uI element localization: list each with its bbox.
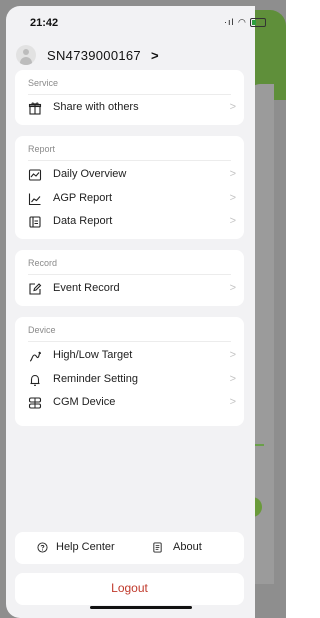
- menu-item-label: High/Low Target: [53, 349, 133, 361]
- menu-item-reminder-setting[interactable]: Reminder Setting >: [15, 369, 244, 391]
- menu-item-cgm-device[interactable]: CGM Device >: [15, 392, 244, 414]
- status-time: 21:42: [30, 17, 59, 29]
- chevron-right-icon: >: [229, 349, 236, 361]
- chevron-right-icon: >: [229, 168, 236, 180]
- line-chart-icon: [28, 193, 41, 206]
- chevron-right-icon: >: [229, 101, 236, 113]
- menu-item-agp-report[interactable]: AGP Report >: [15, 188, 244, 210]
- edit-icon: [29, 283, 42, 295]
- home-indicator: [90, 606, 192, 609]
- side-drawer: 21:42 SN4739000167 > Service Share with …: [6, 6, 255, 618]
- signal-icon: ·ıl: [224, 17, 235, 27]
- menu-item-label: Event Record: [53, 282, 120, 294]
- report-card: Report Daily Overview > AGP Report > Dat…: [15, 136, 244, 239]
- menu-item-label: Daily Overview: [53, 168, 127, 180]
- help-about-card: Help Center About: [15, 532, 244, 564]
- menu-item-daily-overview[interactable]: Daily Overview >: [15, 164, 244, 186]
- service-card: Service Share with others >: [15, 70, 244, 125]
- record-card: Record Event Record >: [15, 250, 244, 306]
- chevron-right-icon: >: [150, 47, 159, 63]
- document-icon: [29, 216, 41, 228]
- section-title-record: Record: [28, 258, 58, 268]
- device-serial: SN4739000167: [47, 47, 141, 63]
- target-curve-icon: [29, 351, 41, 362]
- chevron-right-icon: >: [229, 282, 236, 294]
- chevron-right-icon: >: [229, 215, 236, 227]
- chevron-right-icon: >: [229, 396, 236, 408]
- menu-item-label: Data Report: [53, 215, 113, 227]
- status-icons: ·ıl ◠: [224, 17, 267, 28]
- profile-header[interactable]: SN4739000167 >: [16, 42, 159, 68]
- chevron-right-icon: >: [229, 192, 236, 204]
- chart-window-icon: [28, 169, 42, 181]
- menu-item-high-low-target[interactable]: High/Low Target >: [15, 345, 244, 367]
- about-label: About: [173, 541, 202, 553]
- menu-item-label: Reminder Setting: [53, 373, 138, 385]
- menu-item-label: Share with others: [53, 101, 139, 113]
- help-center-button[interactable]: Help Center: [37, 541, 115, 553]
- status-bar: 21:42: [6, 6, 255, 36]
- about-button[interactable]: About: [152, 541, 202, 553]
- menu-item-share[interactable]: Share with others >: [15, 97, 244, 119]
- gift-icon: [28, 102, 42, 115]
- avatar: [16, 45, 36, 65]
- menu-item-data-report[interactable]: Data Report >: [15, 211, 244, 233]
- section-title-service: Service: [28, 78, 59, 88]
- help-center-label: Help Center: [56, 541, 115, 553]
- help-icon: [37, 541, 48, 553]
- device-card: Device High/Low Target > Reminder Settin…: [15, 317, 244, 426]
- battery-icon: [250, 18, 267, 28]
- bell-icon: [30, 374, 40, 386]
- device-grid-icon: [28, 397, 42, 409]
- menu-item-event-record[interactable]: Event Record >: [15, 278, 244, 300]
- chevron-right-icon: >: [229, 373, 236, 385]
- logout-button[interactable]: Logout: [15, 581, 244, 595]
- wifi-icon: ◠: [238, 17, 247, 27]
- menu-item-label: CGM Device: [53, 396, 116, 408]
- about-icon: [153, 541, 162, 553]
- menu-item-label: AGP Report: [53, 192, 113, 204]
- section-title-device: Device: [28, 325, 56, 335]
- section-title-report: Report: [28, 144, 56, 154]
- logout-card: Logout: [15, 573, 244, 605]
